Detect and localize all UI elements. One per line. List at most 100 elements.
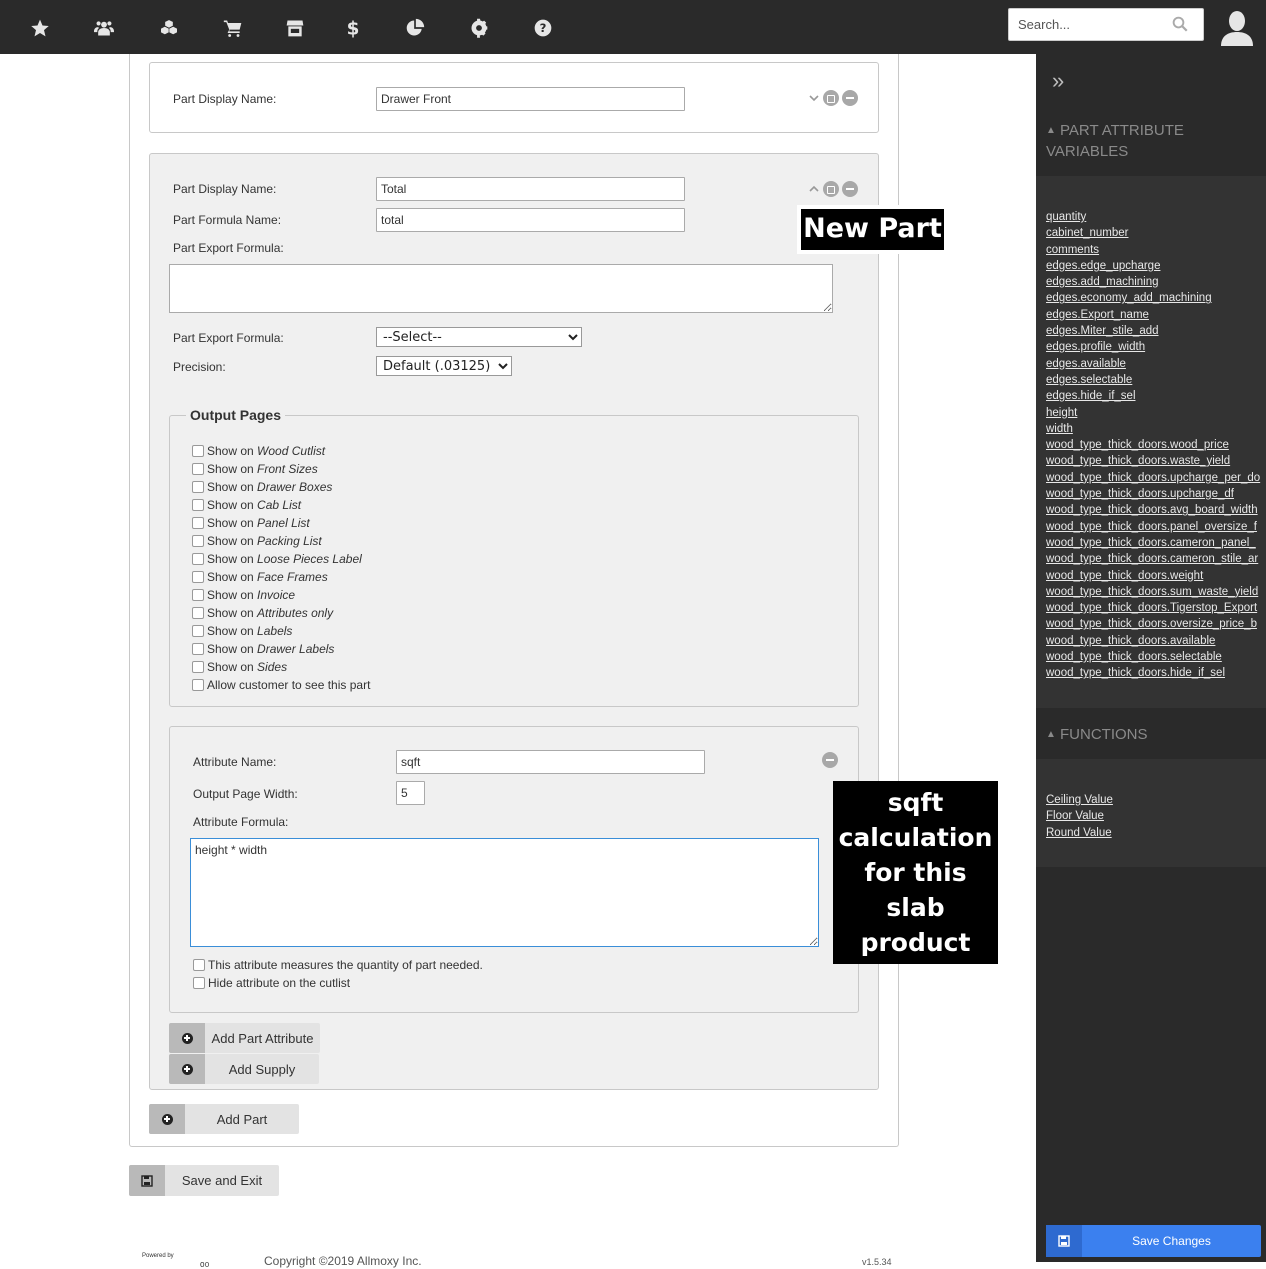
output-page-checkbox[interactable]: [192, 571, 204, 583]
output-page-checkbox[interactable]: [192, 535, 204, 547]
part-formula-name-input[interactable]: [376, 208, 685, 232]
output-page-checkbox[interactable]: [192, 661, 204, 673]
output-page-checkbox-row[interactable]: Show on Panel List: [192, 514, 310, 532]
output-page-checkbox-row[interactable]: Show on Packing List: [192, 532, 322, 550]
add-supply-button[interactable]: Add Supply: [169, 1054, 319, 1084]
add-part-button[interactable]: Add Part: [149, 1104, 299, 1134]
variable-link[interactable]: comments: [1046, 242, 1266, 258]
variable-link[interactable]: wood_type_thick_doors.avg_board_width: [1046, 502, 1266, 518]
variable-link[interactable]: height: [1046, 405, 1266, 421]
cart-icon[interactable]: [220, 15, 246, 41]
attribute-formula-textarea[interactable]: height * width: [190, 838, 819, 947]
remove-part-icon[interactable]: [842, 181, 858, 197]
output-page-checkbox[interactable]: [192, 481, 204, 493]
output-page-checkbox-row[interactable]: Show on Sides: [192, 658, 287, 676]
output-page-checkbox-row[interactable]: Show on Attributes only: [192, 604, 333, 622]
variable-link[interactable]: wood_type_thick_doors.cameron_stile_ar: [1046, 551, 1266, 567]
output-page-checkbox[interactable]: [192, 517, 204, 529]
duplicate-part-icon[interactable]: [823, 181, 839, 197]
part-export-formula-select[interactable]: --Select--: [376, 327, 582, 347]
function-link[interactable]: Floor Value: [1046, 808, 1266, 824]
cubes-icon[interactable]: [156, 15, 182, 41]
output-page-checkbox[interactable]: [192, 589, 204, 601]
quantity-measure-checkbox-row[interactable]: This attribute measures the quantity of …: [193, 956, 483, 974]
store-icon[interactable]: [282, 15, 308, 41]
variable-link[interactable]: edges.economy_add_machining: [1046, 290, 1266, 306]
variable-link[interactable]: wood_type_thick_doors.available: [1046, 633, 1266, 649]
hide-on-cutlist-checkbox[interactable]: [193, 977, 205, 989]
function-link[interactable]: Ceiling Value: [1046, 792, 1266, 808]
remove-part-icon[interactable]: [842, 90, 858, 106]
output-page-checkbox[interactable]: [192, 445, 204, 457]
variable-link[interactable]: wood_type_thick_doors.upcharge_per_do: [1046, 470, 1266, 486]
variable-link[interactable]: edges.hide_if_sel: [1046, 388, 1266, 404]
variable-link[interactable]: cabinet_number: [1046, 225, 1266, 241]
part-attribute-variables-heading[interactable]: ▲ PART ATTRIBUTE VARIABLES: [1036, 120, 1266, 176]
output-page-checkbox[interactable]: [192, 463, 204, 475]
output-page-checkbox[interactable]: [192, 679, 204, 691]
variable-link[interactable]: edges.available: [1046, 356, 1266, 372]
double-chevron-right-icon[interactable]: »: [1052, 68, 1064, 94]
variable-link[interactable]: wood_type_thick_doors.upcharge_df: [1046, 486, 1266, 502]
save-and-exit-button[interactable]: Save and Exit: [129, 1165, 279, 1196]
output-page-checkbox-row[interactable]: Show on Drawer Boxes: [192, 478, 332, 496]
function-link[interactable]: Round Value: [1046, 825, 1266, 841]
star-icon[interactable]: [27, 15, 53, 41]
variable-link[interactable]: edges.Miter_stile_add: [1046, 323, 1266, 339]
variable-link[interactable]: edges.Export_name: [1046, 307, 1266, 323]
output-page-checkbox-row[interactable]: Show on Loose Pieces Label: [192, 550, 362, 568]
search-icon[interactable]: [1171, 15, 1189, 33]
variable-link[interactable]: edges.selectable: [1046, 372, 1266, 388]
variable-link[interactable]: wood_type_thick_doors.cameron_panel_: [1046, 535, 1266, 551]
variable-link[interactable]: wood_type_thick_doors.hide_if_sel: [1046, 665, 1266, 681]
pie-chart-icon[interactable]: [402, 15, 428, 41]
collapse-chevron-icon[interactable]: [808, 183, 820, 195]
add-part-attribute-button[interactable]: Add Part Attribute: [169, 1023, 320, 1053]
part-display-name-input[interactable]: [376, 87, 685, 111]
variable-link[interactable]: wood_type_thick_doors.selectable: [1046, 649, 1266, 665]
hide-on-cutlist-checkbox-row[interactable]: Hide attribute on the cutlist: [193, 974, 350, 992]
save-changes-button[interactable]: Save Changes: [1046, 1225, 1261, 1257]
remove-attribute-icon[interactable]: [822, 752, 838, 768]
output-page-checkbox-row[interactable]: Allow customer to see this part: [192, 676, 370, 694]
attribute-name-input[interactable]: [396, 750, 705, 774]
variable-link[interactable]: wood_type_thick_doors.panel_oversize_f: [1046, 519, 1266, 535]
gear-icon[interactable]: [466, 15, 492, 41]
variable-link[interactable]: quantity: [1046, 209, 1266, 225]
variable-link[interactable]: wood_type_thick_doors.waste_yield: [1046, 453, 1266, 469]
output-page-checkbox-row[interactable]: Show on Drawer Labels: [192, 640, 334, 658]
variable-link[interactable]: edges.edge_upcharge: [1046, 258, 1266, 274]
part-export-formula-textarea[interactable]: [169, 264, 833, 313]
output-page-checkbox-row[interactable]: Show on Labels: [192, 622, 292, 640]
variable-link[interactable]: wood_type_thick_doors.Tigerstop_Export: [1046, 600, 1266, 616]
variable-link[interactable]: width: [1046, 421, 1266, 437]
output-page-checkbox-row[interactable]: Show on Wood Cutlist: [192, 442, 325, 460]
output-page-checkbox[interactable]: [192, 607, 204, 619]
output-page-checkbox-row[interactable]: Show on Face Frames: [192, 568, 328, 586]
user-avatar-icon[interactable]: [1218, 8, 1256, 46]
duplicate-part-icon[interactable]: [823, 90, 839, 106]
variable-link[interactable]: wood_type_thick_doors.weight: [1046, 568, 1266, 584]
part-display-name-input[interactable]: [376, 177, 685, 201]
variable-link[interactable]: edges.profile_width: [1046, 339, 1266, 355]
output-page-checkbox-row[interactable]: Show on Front Sizes: [192, 460, 318, 478]
output-page-checkbox[interactable]: [192, 643, 204, 655]
variable-link[interactable]: wood_type_thick_doors.oversize_price_b: [1046, 616, 1266, 632]
output-page-checkbox-row[interactable]: Show on Cab List: [192, 496, 301, 514]
dollar-icon[interactable]: $: [340, 15, 366, 41]
users-icon[interactable]: [91, 15, 117, 41]
precision-select[interactable]: Default (.03125): [376, 356, 512, 376]
output-page-checkbox[interactable]: [192, 553, 204, 565]
output-page-checkbox[interactable]: [192, 499, 204, 511]
functions-heading[interactable]: ▲ FUNCTIONS: [1036, 708, 1266, 759]
output-page-width-input[interactable]: [396, 781, 425, 805]
quantity-measure-checkbox[interactable]: [193, 959, 205, 971]
expand-chevron-icon[interactable]: [808, 92, 820, 104]
variable-link[interactable]: edges.add_machining: [1046, 274, 1266, 290]
search-input[interactable]: [1009, 9, 1159, 40]
variable-link[interactable]: wood_type_thick_doors.wood_price: [1046, 437, 1266, 453]
variable-link[interactable]: wood_type_thick_doors.sum_waste_yield: [1046, 584, 1266, 600]
output-page-checkbox-row[interactable]: Show on Invoice: [192, 586, 295, 604]
help-icon[interactable]: ?: [530, 15, 556, 41]
output-page-checkbox[interactable]: [192, 625, 204, 637]
